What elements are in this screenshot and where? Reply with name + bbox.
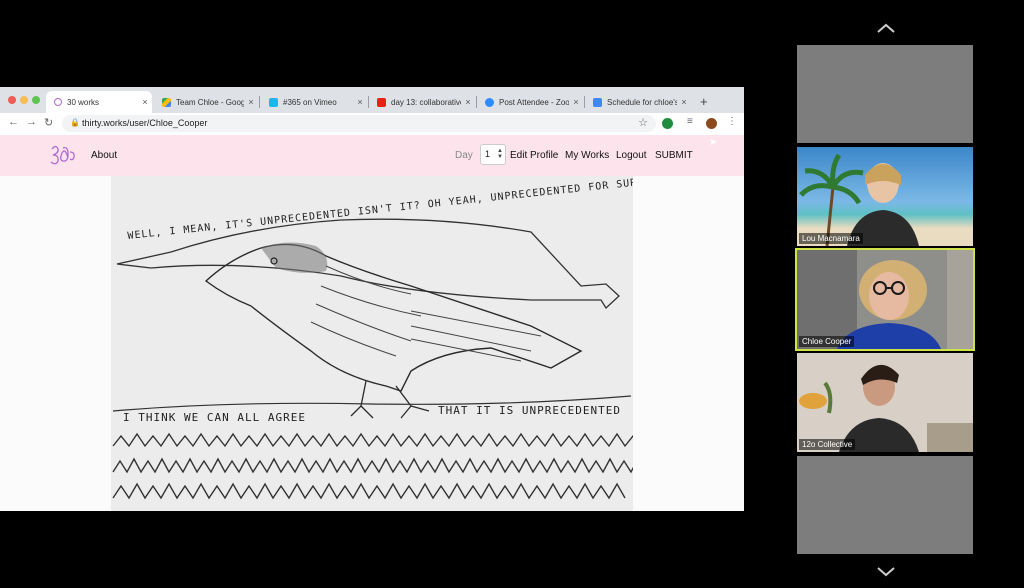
tab-separator bbox=[259, 96, 260, 108]
day-value: 1 bbox=[485, 149, 491, 159]
close-tab-icon[interactable]: × bbox=[677, 97, 691, 107]
close-tab-icon[interactable]: × bbox=[244, 97, 258, 107]
forward-arrow-icon[interactable]: → bbox=[26, 116, 37, 128]
video-tile-lou[interactable]: Lou Macnamara bbox=[797, 147, 973, 246]
site-header: About Day 1 ▲ ▼ Edit Profile My Works Log… bbox=[0, 135, 744, 176]
logout-link[interactable]: Logout bbox=[616, 150, 647, 161]
page-content: WELL, I MEAN, IT'S UNPRECEDENTED ISN'T I… bbox=[0, 176, 744, 511]
close-tab-icon[interactable]: × bbox=[138, 97, 152, 107]
tab-vimeo[interactable]: #365 on Vimeo × bbox=[261, 91, 367, 113]
profile-avatar[interactable] bbox=[706, 118, 717, 129]
youtube-icon bbox=[377, 97, 386, 107]
close-tab-icon[interactable]: × bbox=[569, 97, 583, 107]
submit-link[interactable]: SUBMIT bbox=[655, 150, 693, 161]
my-works-link[interactable]: My Works bbox=[565, 150, 609, 161]
zoom-icon bbox=[485, 97, 494, 107]
tab-strip: 30 works × Team Chloe - Google × #365 on… bbox=[0, 87, 744, 113]
tab-team-chloe[interactable]: Team Chloe - Google × bbox=[154, 91, 258, 113]
thirty-works-logo-icon[interactable] bbox=[48, 140, 78, 170]
stepper-arrows-icon: ▲ ▼ bbox=[497, 148, 503, 160]
magpie-drawing: WELL, I MEAN, IT'S UNPRECEDENTED ISN'T I… bbox=[111, 176, 633, 511]
tab-30-works[interactable]: 30 works × bbox=[46, 91, 152, 113]
new-tab-button[interactable]: + bbox=[700, 94, 708, 109]
tab-label: day 13: collaborative bbox=[391, 97, 461, 107]
url-text: thirty.works/user/Chloe_Cooper bbox=[82, 118, 208, 128]
video-tile-12o-collective[interactable]: 12o Collective bbox=[797, 353, 973, 452]
tab-youtube[interactable]: day 13: collaborative × bbox=[369, 91, 475, 113]
scroll-down-chevron-icon[interactable] bbox=[876, 565, 896, 577]
address-bar[interactable]: 🔒 thirty.works/user/Chloe_Cooper ☆ bbox=[62, 115, 656, 132]
thirty-works-favicon-icon bbox=[54, 98, 62, 106]
tab-label: Team Chloe - Google bbox=[176, 97, 244, 107]
tab-label: Post Attendee - Zoom bbox=[499, 97, 569, 107]
tab-label: Schedule for chloe's bbox=[607, 97, 677, 107]
extension-icon[interactable] bbox=[662, 118, 673, 129]
tab-zoom[interactable]: Post Attendee - Zoom × bbox=[477, 91, 583, 113]
day-label: Day bbox=[455, 150, 473, 161]
video-tile-placeholder-top bbox=[797, 45, 973, 143]
maximize-window-button[interactable] bbox=[32, 96, 40, 104]
participant-name: Lou Macnamara bbox=[799, 233, 863, 244]
day-select[interactable]: 1 ▲ ▼ bbox=[480, 144, 506, 165]
video-tile-chloe[interactable]: Chloe Cooper bbox=[795, 248, 975, 351]
shared-screen-browser: 30 works × Team Chloe - Google × #365 on… bbox=[0, 87, 744, 511]
lock-icon: 🔒 bbox=[70, 118, 80, 127]
participant-name: 12o Collective bbox=[799, 439, 856, 450]
participant-video bbox=[797, 250, 973, 349]
back-arrow-icon[interactable]: ← bbox=[8, 116, 19, 128]
tab-label: 30 works bbox=[67, 97, 100, 107]
minimize-window-button[interactable] bbox=[20, 96, 28, 104]
drawing-caption-bottom-left: I THINK WE CAN ALL AGREE bbox=[123, 411, 306, 424]
participant-video bbox=[797, 353, 973, 452]
vimeo-icon bbox=[269, 97, 278, 107]
reload-icon[interactable]: ↻ bbox=[44, 116, 53, 129]
tab-google-docs[interactable]: Schedule for chloe's × bbox=[585, 91, 691, 113]
beach-background bbox=[799, 153, 919, 246]
tab-label: #365 on Vimeo bbox=[283, 97, 337, 107]
participant-name: Chloe Cooper bbox=[799, 336, 855, 347]
about-link[interactable]: About bbox=[91, 150, 117, 161]
bookmark-star-icon[interactable]: ☆ bbox=[638, 116, 648, 129]
close-tab-icon[interactable]: × bbox=[461, 97, 475, 107]
video-tile-placeholder-bottom bbox=[797, 456, 973, 554]
media-control-icon[interactable]: ≡ bbox=[687, 116, 693, 127]
close-tab-icon[interactable]: × bbox=[353, 97, 367, 107]
google-docs-icon bbox=[593, 97, 602, 107]
browser-menu-icon[interactable]: ⋮ bbox=[727, 116, 737, 127]
browser-toolbar: ← → ↻ 🔒 thirty.works/user/Chloe_Cooper ☆… bbox=[0, 113, 744, 136]
drawing-caption-bottom-right: THAT IT IS UNPRECEDENTED bbox=[438, 404, 621, 417]
scroll-up-chevron-icon[interactable] bbox=[876, 22, 896, 34]
edit-profile-link[interactable]: Edit Profile bbox=[510, 150, 558, 161]
mouse-cursor-icon: ➤ bbox=[709, 137, 718, 148]
close-window-button[interactable] bbox=[8, 96, 16, 104]
google-drive-icon bbox=[162, 97, 171, 107]
